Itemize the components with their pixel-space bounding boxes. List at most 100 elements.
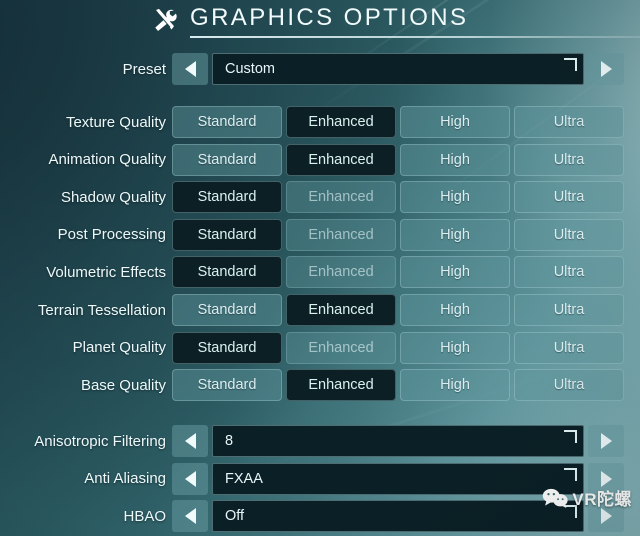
- corner-bracket-icon: [564, 430, 577, 443]
- quality-option-button[interactable]: Standard: [172, 256, 282, 289]
- chevron-right-icon: [600, 61, 612, 77]
- quality-option-button[interactable]: Ultra: [514, 218, 624, 251]
- stepper-field[interactable]: FXAA: [212, 462, 584, 495]
- stepper-next-button[interactable]: [588, 425, 624, 457]
- quality-option-button[interactable]: High: [400, 143, 510, 176]
- quality-option-button[interactable]: Ultra: [514, 106, 624, 138]
- row-label: Texture Quality: [65, 113, 166, 131]
- row-label: Base Quality: [80, 376, 166, 394]
- tools-icon: [150, 6, 180, 36]
- quality-option-button[interactable]: Enhanced: [286, 106, 396, 138]
- quality-option-button[interactable]: Standard: [172, 369, 282, 402]
- quality-option-button[interactable]: Enhanced: [286, 218, 396, 251]
- stepper-prev-button[interactable]: [172, 425, 208, 457]
- row-stepper: Anti Aliasing FXAA: [0, 462, 640, 496]
- quality-option-button[interactable]: Enhanced: [286, 256, 396, 289]
- chevron-right-icon: [600, 433, 612, 449]
- quality-segment-group: Standard Enhanced High Ultra: [172, 143, 624, 176]
- row-label: Anti Aliasing: [84, 470, 166, 488]
- quality-option-button[interactable]: Enhanced: [286, 369, 396, 402]
- quality-option-button[interactable]: High: [400, 331, 510, 364]
- chevron-left-icon: [184, 61, 196, 77]
- row-quality: Animation Quality Standard Enhanced High Ult…: [0, 143, 640, 177]
- chevron-left-icon: [184, 433, 196, 449]
- quality-option-button[interactable]: Standard: [172, 294, 282, 326]
- quality-option-button[interactable]: High: [400, 218, 510, 251]
- row-label: Planet Quality: [72, 339, 166, 357]
- page-header: GRAPHICS OPTIONS: [150, 4, 640, 38]
- stepper-next-button[interactable]: [588, 462, 624, 495]
- corner-bracket-icon: [564, 58, 577, 71]
- corner-bracket-icon: [564, 505, 577, 519]
- stepper-value: 8: [225, 433, 234, 449]
- row-label: Terrain Tessellation: [37, 301, 166, 319]
- chevron-left-icon: [184, 470, 196, 487]
- row-stepper: Anisotropic Filtering 8: [0, 424, 640, 458]
- quality-segment-group: Standard Enhanced High Ultra: [172, 331, 624, 364]
- row-label: Shadow Quality: [60, 188, 166, 206]
- stepper-value: FXAA: [225, 470, 263, 487]
- row-label: HBAO: [123, 507, 166, 525]
- preset-prev-button[interactable]: [172, 53, 208, 85]
- quality-option-button[interactable]: Standard: [172, 143, 282, 176]
- quality-option-button[interactable]: Ultra: [514, 256, 624, 289]
- page-title: GRAPHICS OPTIONS: [190, 4, 469, 31]
- row-quality: Base Quality Standard Enhanced High Ultra: [0, 368, 640, 402]
- row-label: Animation Quality: [48, 151, 166, 169]
- quality-option-button[interactable]: Enhanced: [286, 331, 396, 364]
- preset-field[interactable]: Custom: [212, 53, 584, 85]
- quality-option-button[interactable]: Ultra: [514, 181, 624, 214]
- quality-option-button[interactable]: Ultra: [514, 331, 624, 364]
- corner-bracket-icon: [564, 467, 577, 481]
- chevron-right-icon: [600, 470, 612, 487]
- quality-option-button[interactable]: Standard: [172, 106, 282, 138]
- quality-segment-group: Standard Enhanced High Ultra: [172, 256, 624, 289]
- stepper-field[interactable]: Off: [212, 500, 584, 533]
- quality-option-button[interactable]: Enhanced: [286, 181, 396, 214]
- quality-option-button[interactable]: Standard: [172, 181, 282, 214]
- quality-option-button[interactable]: High: [400, 369, 510, 402]
- row-quality: Terrain Tessellation Standard Enhanced High…: [0, 293, 640, 327]
- quality-option-button[interactable]: High: [400, 294, 510, 326]
- chevron-left-icon: [184, 508, 196, 525]
- stepper-prev-button[interactable]: [172, 462, 208, 495]
- value-stepper: Off: [172, 500, 624, 533]
- row-quality: Shadow Quality Standard Enhanced High Ultra: [0, 180, 640, 214]
- row-preset: Preset Custom: [0, 52, 640, 86]
- stepper-field[interactable]: 8: [212, 425, 584, 457]
- quality-option-button[interactable]: Ultra: [514, 143, 624, 176]
- stepper-value: Off: [225, 508, 245, 525]
- row-quality: Volumetric Effects Standard Enhanced High Ul…: [0, 255, 640, 289]
- quality-segment-group: Standard Enhanced High Ultra: [172, 181, 624, 214]
- row-label-preset: Preset: [122, 60, 166, 78]
- row-quality: Post Processing Standard Enhanced High Ultra: [0, 218, 640, 252]
- quality-option-button[interactable]: Standard: [172, 218, 282, 251]
- quality-option-button[interactable]: High: [400, 256, 510, 289]
- quality-option-button[interactable]: Enhanced: [286, 143, 396, 176]
- quality-segment-group: Standard Enhanced High Ultra: [172, 294, 624, 326]
- stepper-prev-button[interactable]: [172, 500, 208, 533]
- row-label: Volumetric Effects: [46, 263, 166, 281]
- row-stepper: HBAO Off: [0, 499, 640, 533]
- quality-option-button[interactable]: Enhanced: [286, 294, 396, 326]
- quality-segment-group: Standard Enhanced High Ultra: [172, 218, 624, 251]
- title-underline: [190, 36, 640, 38]
- preset-stepper: Custom: [172, 53, 624, 85]
- quality-option-button[interactable]: Standard: [172, 331, 282, 364]
- preset-value: Custom: [225, 61, 275, 77]
- quality-option-button[interactable]: Ultra: [514, 294, 624, 326]
- value-stepper: FXAA: [172, 462, 624, 495]
- quality-option-button[interactable]: High: [400, 106, 510, 138]
- row-label: Post Processing: [57, 226, 166, 244]
- stepper-next-button[interactable]: [588, 500, 624, 533]
- quality-option-button[interactable]: High: [400, 181, 510, 214]
- row-label: Anisotropic Filtering: [34, 432, 166, 450]
- graphics-options-screen: GRAPHICS OPTIONS Preset Custom Texture Q…: [0, 0, 640, 536]
- row-quality: Texture Quality Standard Enhanced High Ultra: [0, 105, 640, 139]
- quality-option-button[interactable]: Ultra: [514, 369, 624, 402]
- page-title-wrap: GRAPHICS OPTIONS: [190, 4, 640, 38]
- quality-segment-group: Standard Enhanced High Ultra: [172, 369, 624, 402]
- value-stepper: 8: [172, 425, 624, 457]
- row-quality: Planet Quality Standard Enhanced High Ultra: [0, 331, 640, 365]
- preset-next-button[interactable]: [588, 53, 624, 85]
